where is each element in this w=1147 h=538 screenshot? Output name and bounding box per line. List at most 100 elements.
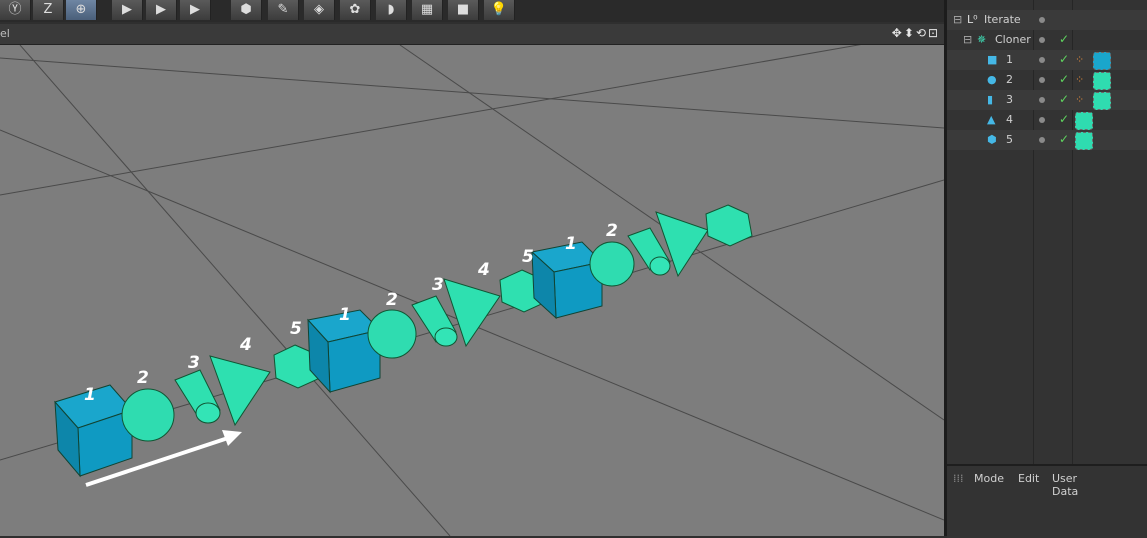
floor-icon: ▦ — [420, 2, 434, 17]
material-tag-icon[interactable] — [1093, 92, 1111, 110]
clapper-icon: ▶ — [156, 2, 166, 17]
visibility-dot[interactable] — [1039, 57, 1045, 63]
clone-label: 1 — [339, 305, 351, 325]
enabled-check-icon[interactable]: ✓ — [1059, 72, 1069, 86]
enabled-check-icon[interactable]: ✓ — [1059, 52, 1069, 66]
cube-object-button[interactable]: ⬢ — [231, 0, 262, 20]
material-tag-icon[interactable] — [1075, 112, 1093, 130]
enabled-check-icon[interactable]: ✓ — [1059, 32, 1069, 46]
clapper-icon: ▶ — [190, 2, 200, 17]
subdivision-icon: ◈ — [314, 2, 324, 17]
clone-label: 5 — [290, 319, 302, 339]
viewport-panel-menu[interactable]: el — [0, 27, 10, 40]
grip-icon[interactable]: ⁞⁞⁞ — [953, 472, 964, 485]
visibility-dot[interactable] — [1039, 117, 1045, 123]
object-row-2[interactable]: ● 2 ✓ ⁘ — [947, 70, 1147, 90]
tab-user-data[interactable]: User Data — [1052, 472, 1078, 498]
icosahedron-icon: ⬢ — [987, 133, 997, 146]
clone-label: 1 — [84, 385, 96, 405]
object-name[interactable]: Iterate — [984, 13, 1021, 26]
deformer-button[interactable]: ◗ — [376, 0, 407, 20]
clone-label: 4 — [477, 260, 490, 280]
visibility-dot[interactable] — [1039, 97, 1045, 103]
object-row-iterate[interactable]: ⊟ L⁰ Iterate — [947, 10, 1147, 30]
object-name[interactable]: 1 — [1006, 53, 1013, 66]
clone-sphere-2c — [589, 241, 635, 287]
clone-label: 2 — [137, 368, 149, 388]
visibility-dot[interactable] — [1039, 37, 1045, 43]
cloner-icon: ✿ — [349, 2, 361, 17]
viewport-header: el ✥⬍⟲⊡ — [0, 24, 944, 45]
y-axis-icon: Ⓨ — [8, 2, 22, 17]
mograph-tag-icon[interactable]: ⁘ — [1075, 53, 1084, 66]
camera-button[interactable]: ■ — [448, 0, 479, 20]
camera-icon: ■ — [456, 2, 470, 17]
world-coord-button[interactable]: ⊕ — [66, 0, 97, 20]
enabled-check-icon[interactable]: ✓ — [1059, 92, 1069, 106]
clapper-icon: ▶ — [122, 2, 132, 17]
object-row-5[interactable]: ⬢ 5 ✓ — [947, 130, 1147, 150]
clone-label: 2 — [606, 221, 618, 241]
sphere-icon: ● — [987, 73, 997, 86]
clone-label: 4 — [239, 335, 252, 355]
object-name[interactable]: Cloner — [995, 33, 1031, 46]
coordinate-icon: ⊕ — [75, 2, 87, 17]
undo-button[interactable]: Ⓨ — [0, 0, 31, 20]
visibility-dot[interactable] — [1039, 77, 1045, 83]
pen-icon: ✎ — [277, 2, 289, 17]
cylinder-icon: ▮ — [987, 93, 994, 106]
light-button[interactable]: 💡 — [484, 0, 515, 20]
material-tag-icon[interactable] — [1075, 132, 1093, 150]
object-name[interactable]: 2 — [1006, 73, 1013, 86]
viewport-3d[interactable]: 1 2 3 4 5 1 2 3 4 5 1 2 — [0, 45, 944, 536]
tab-edit[interactable]: Edit — [1018, 472, 1039, 485]
scene-canvas: 1 2 3 4 5 1 2 3 4 5 1 2 — [0, 45, 944, 536]
clone-sphere-2 — [121, 388, 175, 442]
tree-toggle-icon[interactable]: ⊟ — [953, 13, 962, 26]
clone-label: 5 — [522, 247, 534, 267]
object-row-3[interactable]: ▮ 3 ✓ ⁘ — [947, 90, 1147, 110]
clone-label: 2 — [386, 290, 398, 310]
spline-button[interactable]: ✎ — [268, 0, 299, 20]
material-tag-icon[interactable] — [1093, 72, 1111, 90]
clone-label: 3 — [188, 353, 200, 373]
clone-cylinder-3b — [411, 295, 458, 347]
mograph-tag-icon[interactable]: ⁘ — [1075, 93, 1084, 106]
render-picture-viewer-button[interactable]: ▶ — [146, 0, 177, 20]
object-manager: ⊟ L⁰ Iterate ⊟ ✵ Cloner ✓ ■ 1 ✓ ⁘ ● 2 ✓ … — [947, 0, 1147, 464]
z-axis-button[interactable]: Z — [33, 0, 64, 20]
mograph-tag-icon[interactable]: ⁘ — [1075, 73, 1084, 86]
object-row-4[interactable]: ▲ 4 ✓ — [947, 110, 1147, 130]
material-tag-icon[interactable] — [1093, 52, 1111, 70]
viewport-navigation-icons[interactable]: ✥⬍⟲⊡ — [892, 26, 940, 40]
nurbs-button[interactable]: ◈ — [304, 0, 335, 20]
main-toolbar: Ⓨ Z ⊕ ▶ ▶ ▶ ⬢ ✎ ◈ ✿ ◗ ▦ ■ 💡 — [0, 0, 944, 22]
cube-icon: ⬢ — [240, 2, 252, 17]
object-name[interactable]: 3 — [1006, 93, 1013, 106]
object-row-cloner[interactable]: ⊟ ✵ Cloner ✓ — [947, 30, 1147, 50]
light-bulb-icon: 💡 — [490, 2, 508, 17]
floor-button[interactable]: ▦ — [412, 0, 443, 20]
render-settings-button[interactable]: ▶ — [180, 0, 211, 20]
cloner-icon: ✵ — [977, 33, 987, 46]
enabled-check-icon[interactable]: ✓ — [1059, 112, 1069, 126]
visibility-dot[interactable] — [1039, 137, 1045, 143]
object-row-1[interactable]: ■ 1 ✓ ⁘ — [947, 50, 1147, 70]
object-name[interactable]: 5 — [1006, 133, 1013, 146]
z-axis-icon: Z — [43, 2, 53, 17]
null-object-icon: L⁰ — [967, 13, 978, 26]
object-name[interactable]: 4 — [1006, 113, 1013, 126]
clone-sphere-2b — [367, 309, 417, 359]
cone-icon: ▲ — [987, 113, 996, 126]
tree-toggle-icon[interactable]: ⊟ — [963, 33, 972, 46]
bend-icon: ◗ — [387, 2, 395, 17]
visibility-dot[interactable] — [1039, 17, 1045, 23]
clone-label: 3 — [432, 275, 444, 295]
tab-mode[interactable]: Mode — [974, 472, 1004, 485]
clone-label: 1 — [565, 234, 577, 254]
enabled-check-icon[interactable]: ✓ — [1059, 132, 1069, 146]
render-view-button[interactable]: ▶ — [112, 0, 143, 20]
clone-cylinder-3 — [174, 369, 221, 424]
cube-icon: ■ — [987, 53, 998, 66]
mograph-button[interactable]: ✿ — [340, 0, 371, 20]
